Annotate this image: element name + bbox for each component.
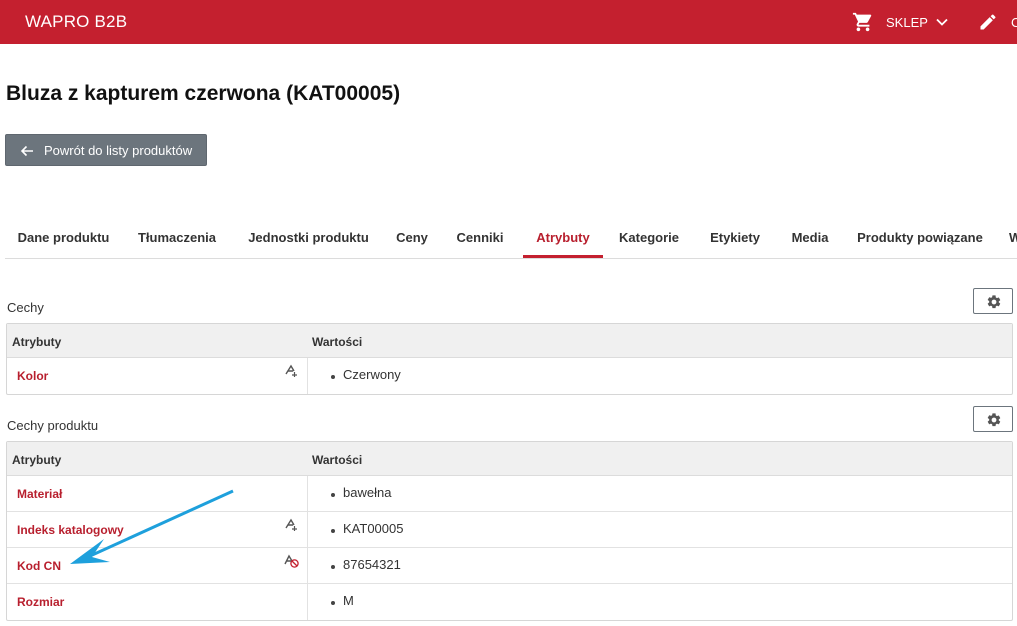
gear-icon bbox=[987, 413, 1001, 427]
translate-icon[interactable] bbox=[283, 362, 299, 378]
bullet bbox=[331, 375, 335, 379]
tab-media[interactable]: Media bbox=[781, 214, 839, 258]
brand-logo[interactable]: WAPRO B2B bbox=[25, 12, 127, 32]
attribute-value: M bbox=[343, 593, 354, 608]
table-row: Rozmiar M bbox=[7, 584, 1012, 620]
column-header-wartosci: Wartości bbox=[312, 453, 363, 467]
attribute-link-kod-cn[interactable]: Kod CN bbox=[17, 559, 61, 573]
arrow-left-icon bbox=[20, 145, 33, 157]
table-header: Atrybuty Wartości bbox=[7, 442, 1012, 476]
bullet bbox=[331, 565, 335, 569]
column-divider bbox=[307, 358, 308, 394]
product-tabs: Dane produktu Tłumaczenia Jednostki prod… bbox=[5, 214, 1017, 259]
cechy-produktu-settings-button[interactable] bbox=[973, 406, 1013, 432]
tab-ceny[interactable]: Ceny bbox=[389, 214, 435, 258]
attribute-link-kolor[interactable]: Kolor bbox=[17, 369, 48, 383]
cechy-settings-button[interactable] bbox=[973, 288, 1013, 314]
attribute-link-indeks-katalogowy[interactable]: Indeks katalogowy bbox=[17, 523, 124, 537]
column-divider bbox=[307, 584, 308, 620]
tab-produkty-powiazane[interactable]: Produkty powiązane bbox=[850, 214, 990, 258]
gear-icon bbox=[987, 295, 1001, 309]
column-header-atrybuty: Atrybuty bbox=[12, 335, 62, 349]
tab-jednostki-produktu[interactable]: Jednostki produktu bbox=[235, 214, 382, 258]
translate-icon[interactable] bbox=[283, 516, 299, 532]
table-row: Materiał bawełna bbox=[7, 476, 1012, 512]
column-header-wartosci: Wartości bbox=[312, 335, 363, 349]
tab-etykiety[interactable]: Etykiety bbox=[700, 214, 770, 258]
tab-kategorie[interactable]: Kategorie bbox=[609, 214, 689, 258]
table-row: Indeks katalogowy KAT00005 bbox=[7, 512, 1012, 548]
edit-pen-icon[interactable] bbox=[978, 12, 998, 32]
header-truncated-label: C bbox=[1011, 15, 1017, 30]
back-button-label: Powrót do listy produktów bbox=[44, 143, 193, 158]
shop-menu-label[interactable]: SKLEP bbox=[886, 15, 928, 30]
section-label-cechy: Cechy bbox=[7, 300, 44, 315]
table-header: Atrybuty Wartości bbox=[7, 324, 1012, 358]
attribute-value: KAT00005 bbox=[343, 521, 404, 536]
column-header-atrybuty: Atrybuty bbox=[12, 453, 62, 467]
cechy-produktu-table: Atrybuty Wartości Materiał bawełna Indek… bbox=[6, 441, 1013, 621]
top-bar: WAPRO B2B SKLEP C bbox=[0, 0, 1017, 44]
tab-tlumaczenia[interactable]: Tłumaczenia bbox=[127, 214, 227, 258]
attribute-value: bawełna bbox=[343, 485, 392, 500]
table-row: Kod CN 87654321 bbox=[7, 548, 1012, 584]
column-divider bbox=[307, 512, 308, 547]
attribute-value: 87654321 bbox=[343, 557, 401, 572]
tab-cenniki[interactable]: Cenniki bbox=[445, 214, 515, 258]
back-to-products-button[interactable]: Powrót do listy produktów bbox=[5, 134, 207, 166]
column-divider bbox=[307, 548, 308, 583]
attribute-value: Czerwony bbox=[343, 367, 401, 382]
tab-atrybuty[interactable]: Atrybuty bbox=[523, 214, 603, 258]
translate-off-icon[interactable] bbox=[283, 552, 299, 568]
bullet bbox=[331, 601, 335, 605]
tab-truncated[interactable]: W bbox=[1009, 214, 1017, 258]
attribute-link-material[interactable]: Materiał bbox=[17, 487, 62, 501]
bullet bbox=[331, 493, 335, 497]
column-divider bbox=[307, 476, 308, 511]
bullet bbox=[331, 529, 335, 533]
cart-icon[interactable] bbox=[851, 11, 875, 33]
section-label-cechy-produktu: Cechy produktu bbox=[7, 418, 99, 433]
chevron-down-icon[interactable] bbox=[935, 15, 949, 29]
attribute-link-rozmiar[interactable]: Rozmiar bbox=[17, 595, 64, 609]
page-title: Bluza z kapturem czerwona (KAT00005) bbox=[6, 82, 401, 105]
table-row: Kolor Czerwony bbox=[7, 358, 1012, 394]
cechy-table: Atrybuty Wartości Kolor Czerwony bbox=[6, 323, 1013, 395]
tab-dane-produktu[interactable]: Dane produktu bbox=[5, 214, 122, 258]
